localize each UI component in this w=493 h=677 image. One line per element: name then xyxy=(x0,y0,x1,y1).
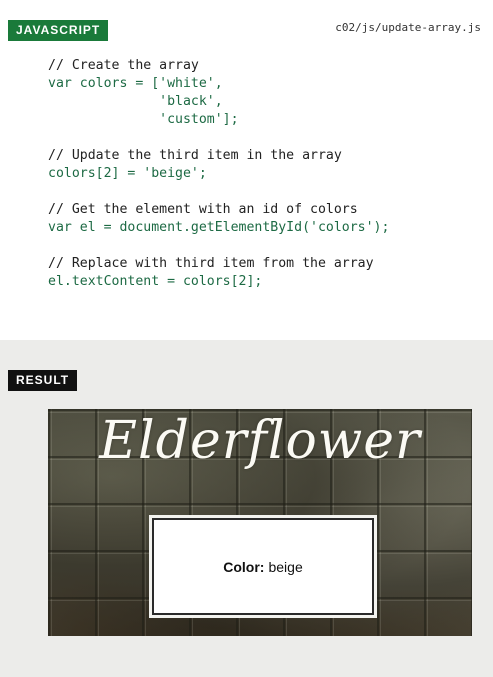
code-line: // Update the third item in the array xyxy=(48,148,342,163)
color-output-box: Color: beige xyxy=(149,515,377,618)
code-line: var colors = ['white', xyxy=(48,76,223,91)
code-line: // Create the array xyxy=(48,58,199,73)
code-line: // Get the element with an id of colors xyxy=(48,202,358,217)
code-line: 'custom']; xyxy=(48,112,239,127)
code-line: colors[2] = 'beige'; xyxy=(48,166,207,181)
code-block: // Create the array var colors = ['white'… xyxy=(48,57,389,291)
result-panel: RESULT Elderflower Color: beige xyxy=(0,340,493,677)
code-line: el.textContent = colors[2]; xyxy=(48,274,263,289)
code-line: 'black', xyxy=(48,94,223,109)
color-label: Color: xyxy=(223,558,265,575)
result-tag: RESULT xyxy=(8,370,78,391)
result-preview: Elderflower Color: beige xyxy=(48,409,472,636)
color-value: beige xyxy=(268,558,303,575)
code-panel: JAVASCRIPT c02/js/update-array.js // Cre… xyxy=(0,0,493,340)
code-line: var el = document.getElementById('colors… xyxy=(48,220,390,235)
brand-title: Elderflower xyxy=(99,411,421,471)
code-line: // Replace with third item from the arra… xyxy=(48,256,374,271)
javascript-tag: JAVASCRIPT xyxy=(8,20,109,41)
file-name: c02/js/update-array.js xyxy=(335,21,481,34)
